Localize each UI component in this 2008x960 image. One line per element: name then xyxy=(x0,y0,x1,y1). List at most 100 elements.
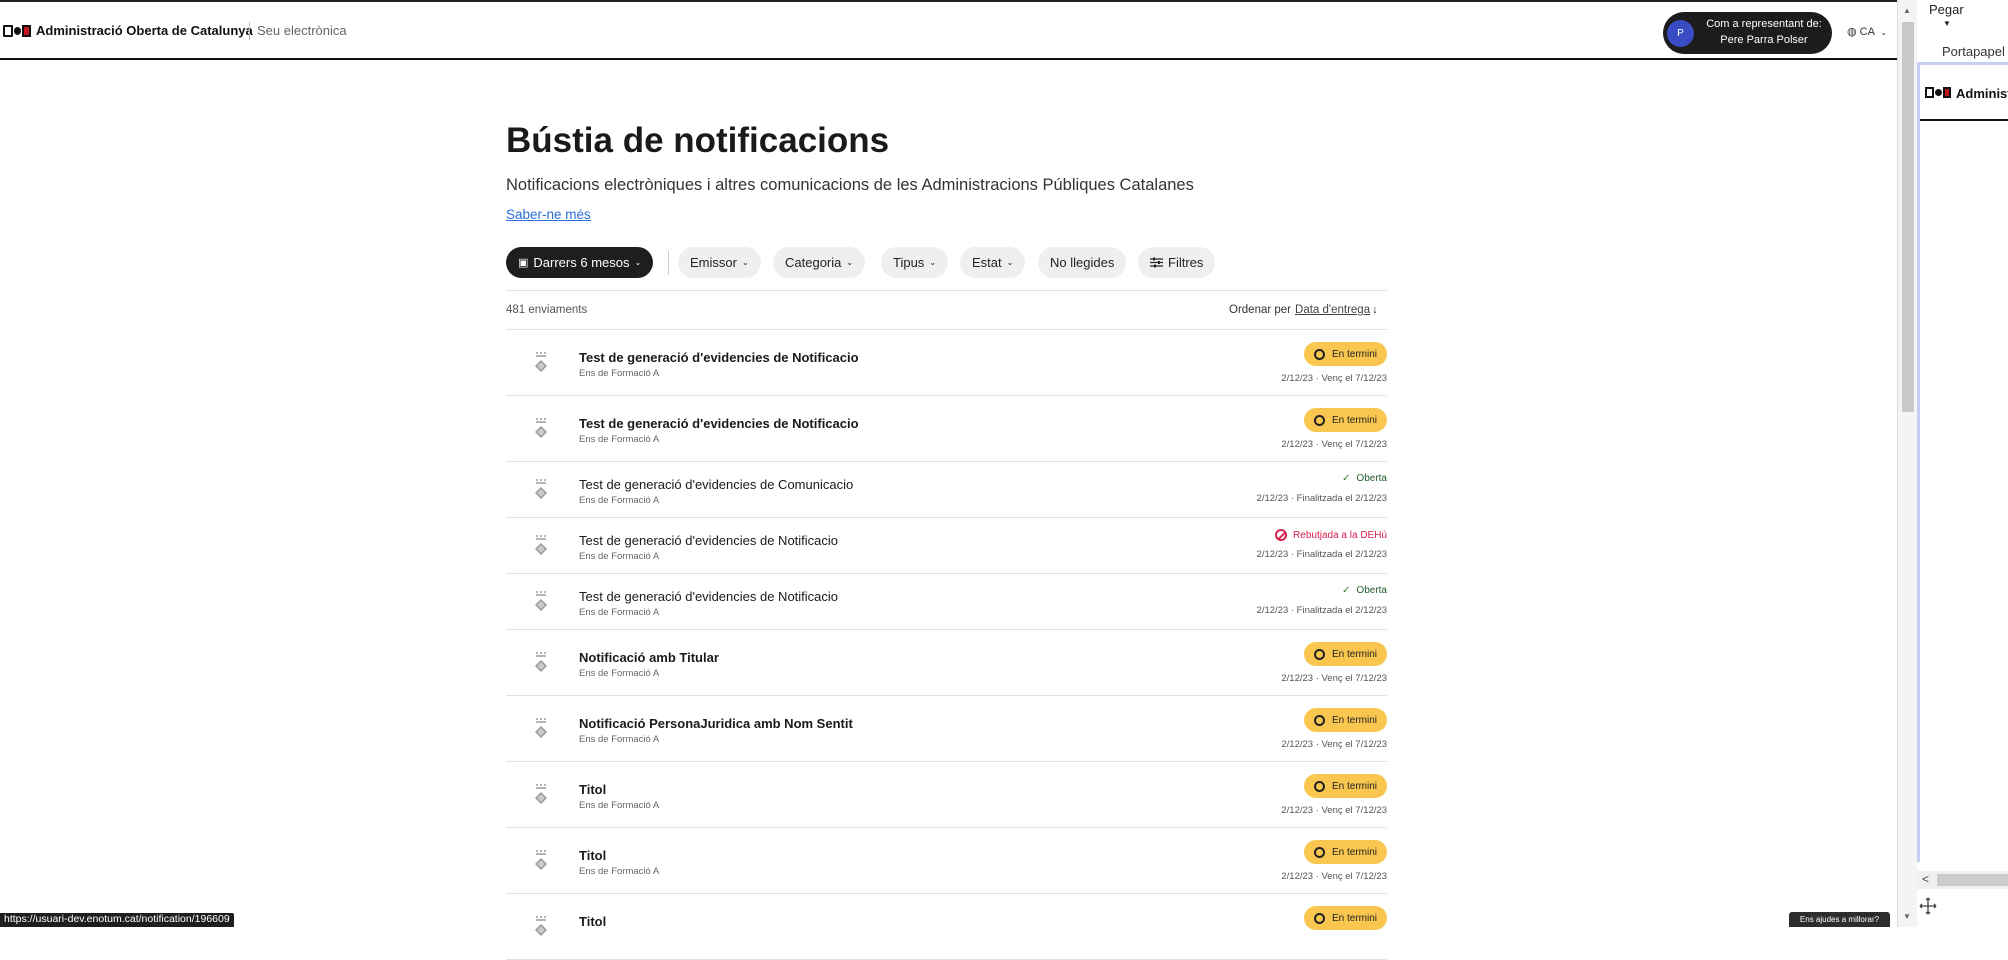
calendar-icon: ▣ xyxy=(518,257,529,269)
emblem-icon xyxy=(533,850,549,876)
preview-logo xyxy=(1925,87,1951,99)
status-badge: En termini xyxy=(1303,840,1387,864)
scroll-left-icon[interactable]: < xyxy=(1922,872,1929,886)
representative-caption: Com a representant de: xyxy=(1706,18,1822,30)
sort-field-link[interactable]: Data d'entrega xyxy=(1295,304,1370,316)
result-count: 481 enviaments xyxy=(506,304,588,316)
notification-title[interactable]: Test de generació d'evidencies de Notifi… xyxy=(579,350,859,365)
notification-title[interactable]: Titol xyxy=(579,848,606,863)
horizontal-scrollbar-thumb[interactable] xyxy=(1937,874,2008,886)
preview-divider xyxy=(1920,119,2008,121)
notification-title[interactable]: Notificació amb Titular xyxy=(579,650,719,665)
notification-sender: Ens de Formació A xyxy=(579,734,660,745)
more-filters-button[interactable]: Filtres xyxy=(1138,247,1216,278)
list-item[interactable]: Test de generació d'evidencies de Comuni… xyxy=(506,462,1387,518)
unread-filter[interactable]: No llegides xyxy=(1038,247,1127,278)
divider xyxy=(506,290,1387,291)
paste-button[interactable]: Pegar xyxy=(1929,2,1964,17)
notification-date: 2/12/23 · Finalitzada el 2/12/23 xyxy=(1256,549,1387,560)
status-bar-url: https://usuari-dev.enotum.cat/notificati… xyxy=(0,913,234,927)
notification-title[interactable]: Titol xyxy=(579,782,606,797)
notification-title[interactable]: Test de generació d'evidencies de Notifi… xyxy=(579,533,838,548)
status-label: Rebutjada a la DEHú xyxy=(1293,529,1387,541)
notification-title[interactable]: Test de generació d'evidencies de Comuni… xyxy=(579,477,853,492)
list-item[interactable]: Test de generació d'evidencies de Notifi… xyxy=(506,330,1387,396)
status-badge: En termini xyxy=(1303,408,1387,432)
arrow-down-icon: ↓ xyxy=(1372,304,1378,316)
vertical-scrollbar[interactable]: ▲ ▼ xyxy=(1897,0,1917,927)
list-item[interactable]: Notificació amb Titular Ens de Formació A… xyxy=(506,630,1387,696)
language-selector[interactable]: ◍ CA ⌄ xyxy=(1847,25,1887,38)
representative-name: Pere Parra Polser xyxy=(1720,34,1808,46)
categoria-filter[interactable]: Categoria ⌄ xyxy=(773,247,866,278)
globe-icon: ◍ xyxy=(1847,26,1857,38)
representative-button[interactable]: P Com a representant de: Pere Parra Pols… xyxy=(1663,12,1832,54)
emblem-icon xyxy=(533,718,549,744)
categoria-filter-label: Categoria xyxy=(785,255,842,270)
timer-icon xyxy=(1313,348,1325,360)
filter-separator xyxy=(668,251,669,275)
list-item[interactable]: Titol Ens de Formació A En termini 2/12/23 … xyxy=(506,828,1387,894)
clipboard-label: Portapapel xyxy=(1942,44,2005,59)
help-improve-button[interactable]: Ens ajudes a millorar? xyxy=(1789,912,1890,927)
list-item[interactable]: Test de generació d'evidencies de Notifi… xyxy=(506,396,1387,462)
estat-filter[interactable]: Estat ⌄ xyxy=(960,247,1026,278)
list-item[interactable]: Titol En termini xyxy=(506,894,1387,960)
scroll-down-icon[interactable]: ▼ xyxy=(1903,912,1911,921)
notification-sender: Ens de Formació A xyxy=(579,368,660,379)
emblem-icon xyxy=(533,352,549,378)
timer-icon xyxy=(1313,648,1325,660)
emblem-icon xyxy=(533,591,549,617)
header-separator xyxy=(249,22,250,40)
emblem-icon xyxy=(533,784,549,810)
notification-date: 2/12/23 · Finalitzada el 2/12/23 xyxy=(1256,605,1387,616)
check-icon: ✓ xyxy=(1342,585,1351,596)
status-label: En termini xyxy=(1331,780,1377,792)
timer-icon xyxy=(1313,912,1325,924)
sort-control[interactable]: Ordenar per Data d'entrega ↓ xyxy=(1229,304,1378,316)
list-item[interactable]: Test de generació d'evidencies de Notifi… xyxy=(506,518,1387,574)
status-badge: Rebutjada a la DEHú xyxy=(1275,529,1387,541)
sliders-icon xyxy=(1150,257,1163,268)
list-item[interactable]: Notificació PersonaJuridica amb Nom Sent… xyxy=(506,696,1387,762)
paste-dropdown-icon[interactable]: ▼ xyxy=(1943,19,1951,28)
status-label: En termini xyxy=(1331,414,1377,426)
status-badge: En termini xyxy=(1303,342,1387,366)
chevron-down-icon: ⌄ xyxy=(634,258,642,267)
status-label: Oberta xyxy=(1356,585,1387,596)
notification-sender: Ens de Formació A xyxy=(579,607,660,618)
notification-date: 2/12/23 · Finalitzada el 2/12/23 xyxy=(1256,493,1387,504)
chevron-down-icon: ⌄ xyxy=(741,258,749,267)
notification-title[interactable]: Test de generació d'evidencies de Notifi… xyxy=(579,416,859,431)
status-label: Oberta xyxy=(1356,473,1387,484)
tipus-filter-label: Tipus xyxy=(893,255,925,270)
status-badge: ✓ Oberta xyxy=(1342,473,1387,484)
status-label: En termini xyxy=(1331,648,1377,660)
aoc-logo[interactable] xyxy=(3,24,31,38)
scrollbar-thumb[interactable] xyxy=(1902,22,1914,412)
list-item[interactable]: Titol Ens de Formació A En termini 2/12/23 … xyxy=(506,762,1387,828)
status-label: En termini xyxy=(1331,846,1377,858)
org-name[interactable]: Administració Oberta de Catalunya xyxy=(36,23,253,38)
move-icon[interactable] xyxy=(1918,896,1938,916)
notification-title[interactable]: Notificació PersonaJuridica amb Nom Sent… xyxy=(579,716,853,731)
period-filter[interactable]: ▣ Darrers 6 mesos ⌄ xyxy=(506,247,654,278)
timer-icon xyxy=(1313,414,1325,426)
list-item[interactable]: Test de generació d'evidencies de Notifi… xyxy=(506,574,1387,630)
emblem-icon xyxy=(533,418,549,444)
notification-sender: Ens de Formació A xyxy=(579,434,660,445)
learn-more-link[interactable]: Saber-ne més xyxy=(506,207,591,222)
estat-filter-label: Estat xyxy=(972,255,1002,270)
scroll-up-icon[interactable]: ▲ xyxy=(1903,6,1911,15)
tipus-filter[interactable]: Tipus ⌄ xyxy=(881,247,949,278)
chevron-down-icon: ⌄ xyxy=(1006,258,1014,267)
notification-date: 2/12/23 · Venç el 7/12/23 xyxy=(1281,739,1387,750)
emissor-filter[interactable]: Emissor ⌄ xyxy=(678,247,761,278)
status-badge: En termini xyxy=(1303,906,1387,930)
notification-date: 2/12/23 · Venç el 7/12/23 xyxy=(1281,805,1387,816)
notification-title[interactable]: Test de generació d'evidencies de Notifi… xyxy=(579,589,838,604)
emissor-filter-label: Emissor xyxy=(690,255,737,270)
status-badge: En termini xyxy=(1303,774,1387,798)
emblem-icon xyxy=(533,916,549,942)
notification-sender: Ens de Formació A xyxy=(579,551,660,562)
